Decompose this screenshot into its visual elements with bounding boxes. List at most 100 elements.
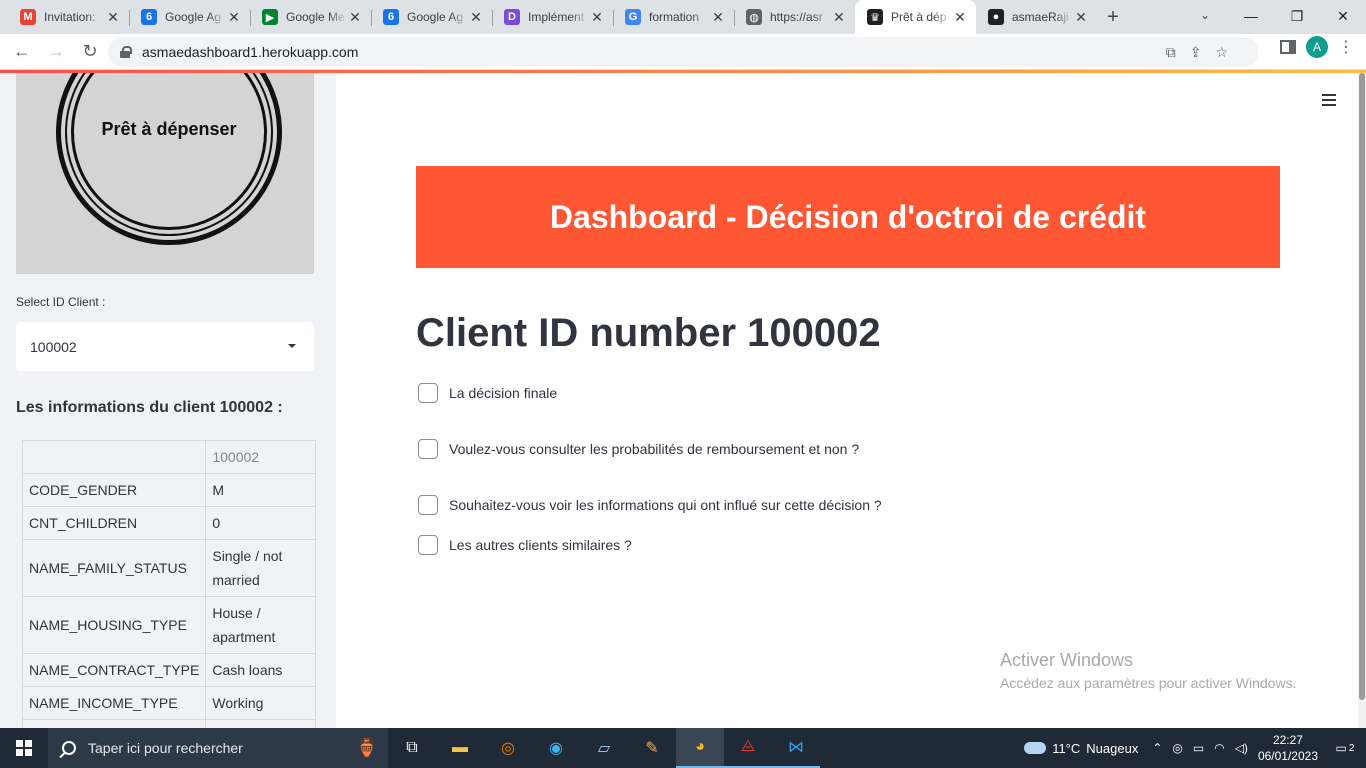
tab-title: Invitation:: [44, 10, 96, 24]
checkbox-option[interactable]: Voulez-vous consulter les probabilités d…: [418, 439, 859, 459]
table-row: NAME_INCOME_TYPE Working: [21, 686, 317, 720]
restore-icon[interactable]: ❐: [1274, 0, 1320, 32]
browser-tab[interactable]: Gformation ✕: [613, 0, 734, 34]
tab-search-icon[interactable]: ⌄: [1188, 0, 1222, 30]
browser-tab[interactable]: ● asmaeRaji ✕: [976, 0, 1097, 34]
logo-text: Prêt à dépenser: [101, 119, 237, 139]
taskbar-search[interactable]: Taper ici pour rechercher 🏺: [48, 728, 388, 768]
checkbox-label: La décision finale: [449, 385, 558, 401]
sidebar: Prêt à dépenser Select ID Client : 10000…: [0, 73, 336, 728]
translate-icon[interactable]: ⧉: [1166, 44, 1176, 61]
file-explorer-icon[interactable]: ▬: [436, 728, 484, 768]
forward-arrow-icon[interactable]: →: [40, 36, 72, 68]
chrome-icon[interactable]: ◕: [676, 728, 724, 768]
table-cell-key: NAME_HOUSING_TYPE: [21, 596, 207, 654]
task-view-icon[interactable]: ⧉: [388, 728, 436, 768]
browser-tab[interactable]: 6 Google Ag ✕: [129, 0, 250, 34]
browser-tab[interactable]: M Invitation: ✕: [8, 0, 129, 34]
taskbar-clock[interactable]: 22:27 06/01/2023: [1258, 732, 1318, 764]
start-button[interactable]: [0, 728, 48, 768]
more-menu-icon[interactable]: ⋮: [1338, 37, 1354, 57]
minimize-icon[interactable]: —: [1228, 0, 1274, 32]
github-icon: ●: [988, 9, 1004, 25]
weather-widget[interactable]: 11°C Nuageux: [1024, 741, 1138, 756]
new-tab-button[interactable]: +: [1097, 0, 1129, 34]
browser-tab[interactable]: ◍ https://asr ✕: [734, 0, 855, 34]
search-highlight-icon[interactable]: 🏺: [356, 738, 378, 759]
tab-close-icon[interactable]: ✕: [1073, 9, 1089, 26]
notification-center-icon[interactable]: ▭ 2: [1332, 736, 1358, 760]
cloud-icon: [1024, 742, 1047, 754]
profile-avatar[interactable]: A: [1306, 36, 1328, 58]
tab-title: Google Ag: [165, 10, 222, 24]
battery-icon[interactable]: ▭: [1193, 741, 1204, 755]
browser-tab[interactable]: 6 Google Ag ✕: [371, 0, 492, 34]
address-bar[interactable]: asmaedashboard1.herokuapp.com ⧉ ⇪ ☆: [108, 37, 1258, 67]
side-panel-icon[interactable]: [1280, 40, 1296, 54]
weather-temperature: 11°C: [1052, 740, 1081, 756]
volume-icon[interactable]: ◁): [1235, 741, 1248, 755]
bookmark-star-icon[interactable]: ☆: [1215, 44, 1228, 61]
table-cell-key: CNT_CHILDREN: [21, 506, 207, 540]
tab-close-icon[interactable]: ✕: [347, 9, 363, 26]
table-cell-key: CODE_GENDER: [21, 473, 207, 507]
checkbox-option[interactable]: Les autres clients similaires ?: [418, 535, 632, 555]
browser-tab[interactable]: ♛ Prêt à dép ✕: [855, 0, 976, 34]
search-icon: [62, 741, 76, 755]
share-icon[interactable]: ⇪: [1190, 44, 1202, 61]
checkbox-label: Souhaitez-vous voir les informations qui…: [449, 497, 882, 513]
edge-icon[interactable]: ◉: [532, 728, 580, 768]
notepad-icon[interactable]: ▱: [580, 728, 628, 768]
anaconda-icon[interactable]: ◎: [484, 728, 532, 768]
tab-close-icon[interactable]: ✕: [589, 9, 605, 26]
lock-icon[interactable]: [120, 46, 132, 58]
meet-icon: ▶: [262, 9, 278, 25]
windows-logo-icon: [16, 740, 32, 756]
close-window-icon[interactable]: ✕: [1320, 0, 1366, 32]
watermark-line-2: Accédez aux paramètres pour activer Wind…: [1000, 675, 1297, 691]
tab-close-icon[interactable]: ✕: [226, 9, 242, 26]
client-id-select[interactable]: 100002: [16, 322, 314, 371]
notification-count: 2: [1348, 742, 1355, 754]
browser-tab[interactable]: ▶ Google Me ✕: [250, 0, 371, 34]
table-header-value: 100002: [205, 440, 317, 474]
table-row: NAME_HOUSING_TYPE House / apartment: [21, 596, 317, 654]
checkbox[interactable]: [418, 495, 438, 515]
checkbox[interactable]: [418, 439, 438, 459]
window-controls: — ❐ ✕: [1228, 0, 1366, 32]
hamburger-menu-icon[interactable]: [1322, 94, 1336, 109]
browser-tab[interactable]: D Implément ✕: [492, 0, 613, 34]
tab-close-icon[interactable]: ✕: [831, 9, 847, 26]
table-row: CODE_GENDER M: [21, 473, 317, 507]
dashboard-banner: Dashboard - Décision d'octroi de crédit: [416, 166, 1280, 268]
caret-down-icon[interactable]: [288, 344, 296, 348]
chevron-up-icon[interactable]: ⌃: [1152, 741, 1162, 755]
watermark-line-1: Activer Windows: [1000, 650, 1134, 670]
browser-toolbar: ← → ↻ asmaedashboard1.herokuapp.com ⧉ ⇪ …: [0, 34, 1366, 70]
meet-now-icon[interactable]: ◎: [1172, 741, 1182, 755]
page-scrollbar[interactable]: [1358, 73, 1366, 728]
reload-icon[interactable]: ↻: [74, 36, 106, 68]
checkbox-option[interactable]: Souhaitez-vous voir les informations qui…: [418, 495, 882, 515]
checkbox[interactable]: [418, 535, 438, 555]
tab-close-icon[interactable]: ✕: [468, 9, 484, 26]
back-arrow-icon[interactable]: ←: [6, 36, 38, 68]
scrollbar-thumb[interactable]: [1359, 73, 1365, 700]
checkbox[interactable]: [418, 383, 438, 403]
table-cell-key: NAME_FAMILY_STATUS: [21, 539, 207, 597]
paint-icon[interactable]: ✎: [628, 728, 676, 768]
tab-title: https://asr: [770, 10, 823, 24]
google-icon: G: [625, 9, 641, 25]
tab-close-icon[interactable]: ✕: [105, 9, 121, 26]
calendar-icon: 6: [383, 9, 399, 25]
acrobat-icon[interactable]: ⨺: [724, 728, 772, 768]
weather-description: Nuageux: [1086, 740, 1139, 756]
tab-close-icon[interactable]: ✕: [710, 9, 726, 26]
table-row: CNT_CHILDREN 0: [21, 506, 317, 540]
wifi-icon[interactable]: ◠: [1214, 741, 1224, 755]
tab-close-icon[interactable]: ✕: [952, 9, 968, 26]
table-header-row: 100002: [21, 440, 317, 474]
omnibox-actions: ⧉ ⇪ ☆: [1166, 37, 1228, 67]
checkbox-option[interactable]: La décision finale: [418, 383, 557, 403]
vscode-icon[interactable]: ⋈: [772, 728, 820, 768]
